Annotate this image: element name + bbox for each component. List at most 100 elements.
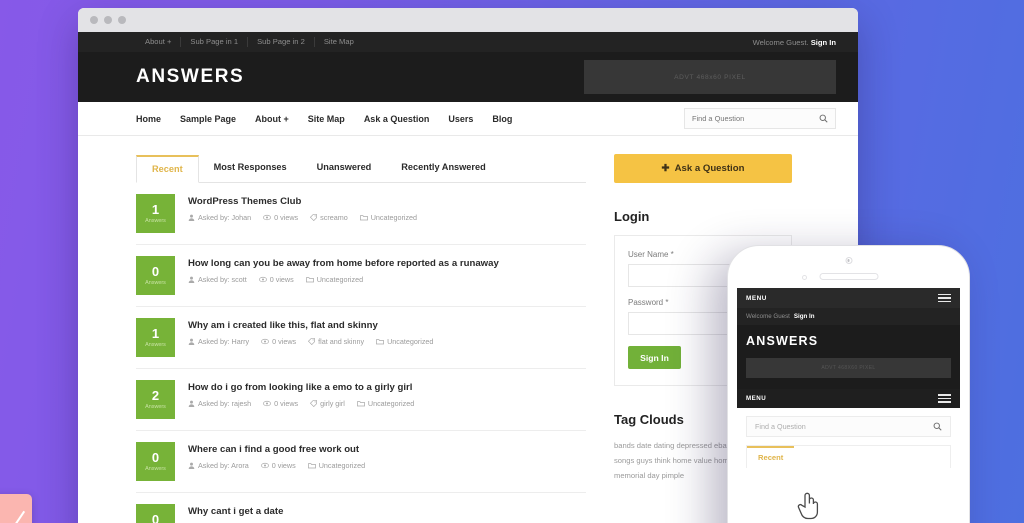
mobile-account-area: Welcome Guest Sign In [737,308,960,325]
secondary-nav-item-subpage2[interactable]: Sub Page in 2 [248,37,315,47]
mobile-ad-banner[interactable]: ADVT 468X60 PIXEL [746,358,951,378]
question-meta: Asked by: rajesh 0 views girly girl Uncateg… [188,399,586,408]
nav-item-users[interactable]: Users [448,114,473,124]
search-icon[interactable] [819,114,828,123]
hand-cursor-icon [797,492,819,520]
question-title[interactable]: Why cant i get a date [188,506,586,517]
mobile-header: ANSWERS ADVT 468X60 PIXEL [737,325,960,389]
ad-banner[interactable]: ADVT 468x60 PIXEL [584,60,836,94]
question-category[interactable]: Uncategorized [356,399,414,408]
earpiece-speaker [819,273,878,280]
question-tag[interactable]: girly girl [310,399,345,408]
welcome-text: Welcome Guest. [752,37,809,47]
answer-count: 0 [151,512,160,523]
secondary-nav: About + Sub Page in 1 Sub Page in 2 Site… [136,37,363,47]
question-category[interactable]: Uncategorized [359,213,417,222]
ask-a-question-label: Ask a Question [674,163,745,174]
question-category[interactable]: Uncategorized [307,461,365,470]
browser-chrome [78,8,858,32]
answer-count-badge: 0Answers [136,256,175,295]
question-list: 1 Answers WordPress Themes Club Asked by: J… [136,183,586,523]
answer-count-badge: 1 Answers [136,318,175,357]
mobile-search-box[interactable]: Find a Question [746,416,951,437]
front-camera-icon [845,257,852,264]
answer-count-label: Answers [145,466,166,472]
mobile-question-tabs: Recent [746,445,951,468]
secondary-nav-item-about[interactable]: About + [136,37,182,47]
question-row[interactable]: 0AnswersWhy cant i get a dateAsked by: A… [136,493,586,523]
view-count: 0 views [263,213,298,222]
mobile-menu-bar-secondary[interactable]: MENU [737,389,960,408]
question-meta: Asked by: Arora 0 views Uncategorized [188,461,586,470]
signin-link[interactable]: Sign In [811,38,836,47]
answer-count-label: Answers [145,342,166,348]
mobile-menu-label-2: MENU [746,395,767,402]
answer-count-badge: 1 Answers [136,194,175,233]
site-top-strip: About + Sub Page in 1 Sub Page in 2 Site… [78,32,858,52]
view-count: 0 views [263,399,298,408]
search-input[interactable] [692,114,819,123]
question-row[interactable]: 1 Answers WordPress Themes Club Asked by: J… [136,183,586,245]
secondary-nav-item-subpage1[interactable]: Sub Page in 1 [181,37,249,47]
mobile-menu-bar[interactable]: MENU [737,288,960,308]
asked-by: Asked by: Harry [188,337,249,346]
login-heading: Login [614,209,650,224]
tab-recently-answered[interactable]: Recently Answered [386,155,500,183]
question-tag[interactable]: flat and skinny [308,337,364,346]
answer-count-label: Answers [145,218,166,224]
tab-most-responses[interactable]: Most Responses [199,155,302,183]
question-category[interactable]: Uncategorized [376,337,433,346]
site-logo[interactable]: ANSWERS [136,66,244,88]
window-dot-minimize[interactable] [104,16,112,24]
phone-screen: MENU Welcome Guest Sign In ANSWERS ADVT … [737,288,960,523]
question-tag[interactable]: screamo [310,213,348,222]
mobile-welcome-text: Welcome Guest [746,313,790,320]
answer-count: 0 [151,450,160,465]
search-box[interactable] [684,108,836,129]
answer-count-badge: 0Answers [136,442,175,481]
nav-item-sample-page[interactable]: Sample Page [180,114,236,124]
question-meta: Asked by: Johan 0 views screamo Uncategoriz… [188,213,586,222]
nav-item-blog[interactable]: Blog [492,114,512,124]
window-dot-close[interactable] [90,16,98,24]
search-icon[interactable] [933,422,942,431]
checkmark-icon [2,502,26,523]
question-tabs: Recent Most Responses Unanswered Recentl… [136,154,586,183]
ask-a-question-button[interactable]: ✚ Ask a Question [614,154,792,183]
tab-recent[interactable]: Recent [136,155,199,183]
asked-by: Asked by: Johan [188,213,251,222]
mobile-menu-label: MENU [746,294,767,302]
asked-by: Asked by: rajesh [188,399,251,408]
question-row[interactable]: 2 Answers How do i go from looking like a … [136,369,586,431]
nav-item-about[interactable]: About + [255,114,289,124]
account-area: Welcome Guest. Sign In [753,38,836,47]
nav-item-home[interactable]: Home [136,114,161,124]
asked-by: Asked by: scott [188,275,247,284]
question-title[interactable]: Where can i find a good free work out [188,444,586,455]
proximity-sensor-icon [801,275,807,280]
signin-button[interactable]: Sign In [628,346,681,369]
mobile-signin-link[interactable]: Sign In [794,313,815,320]
view-count: 0 views [258,275,294,284]
hamburger-icon[interactable] [938,293,951,303]
question-title[interactable]: WordPress Themes Club [188,196,586,207]
nav-item-site-map[interactable]: Site Map [308,114,345,124]
question-row[interactable]: 0 Answers How long can you be away from ho… [136,245,586,307]
mobile-tab-recent[interactable]: Recent [747,446,795,468]
nav-item-ask-a-question[interactable]: Ask a Question [364,114,430,124]
mobile-logo[interactable]: ANSWERS [746,334,951,348]
tab-unanswered[interactable]: Unanswered [302,155,387,183]
question-title[interactable]: How long can you be away from home befor… [188,258,586,269]
main-nav: Home Sample Page About + Site Map Ask a … [78,102,858,136]
hamburger-icon-2[interactable] [938,394,951,403]
phone-mockup: MENU Welcome Guest Sign In ANSWERS ADVT … [727,245,970,523]
secondary-nav-item-sitemap[interactable]: Site Map [315,37,363,47]
answer-count-label: Answers [145,280,166,286]
question-category[interactable]: Uncategorized [305,275,363,284]
view-count: 0 views [261,337,296,346]
window-dot-maximize[interactable] [118,16,126,24]
question-row[interactable]: 1 Answers Why am i created like this, flat… [136,307,586,369]
question-title[interactable]: How do i go from looking like a emo to a… [188,382,586,393]
question-title[interactable]: Why am i created like this, flat and ski… [188,320,586,331]
question-row[interactable]: 0 Answers Where can i find a good free wor… [136,431,586,493]
